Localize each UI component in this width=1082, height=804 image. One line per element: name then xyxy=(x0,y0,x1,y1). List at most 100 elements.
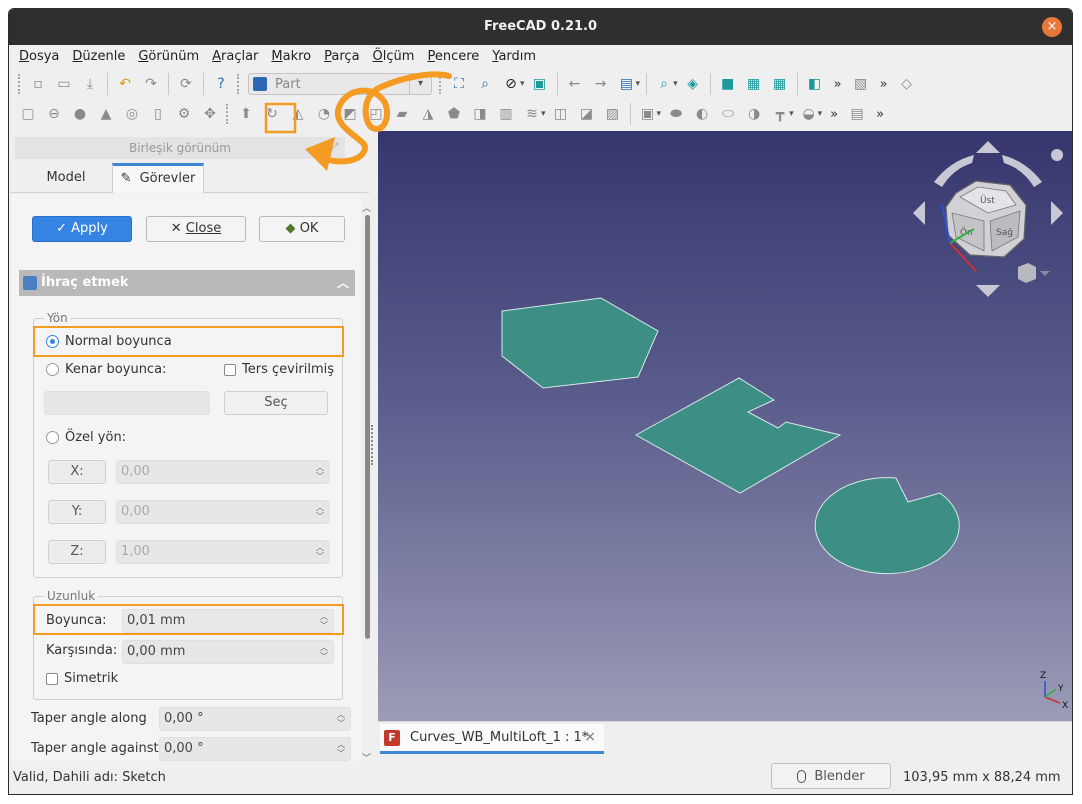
spin-arrows-icon[interactable]: ︿ ﹀ xyxy=(335,710,347,728)
spin-arrows-icon[interactable]: ︿ ﹀ xyxy=(335,740,347,758)
navcube-menu-dot[interactable] xyxy=(1051,149,1063,161)
menu-file[interactable]: Dosya xyxy=(13,45,66,69)
tube-icon[interactable]: ▯ xyxy=(147,103,169,125)
rotate-right-arrow-icon[interactable] xyxy=(1002,155,1042,187)
top-view-icon[interactable]: ▦ xyxy=(743,73,765,95)
x-axis-button[interactable]: X: xyxy=(48,460,106,484)
chevron-down-icon[interactable]: ▾ xyxy=(789,109,794,119)
chevron-down-icon[interactable]: ▾ xyxy=(541,109,546,119)
z-direction-field[interactable]: 1,00 ︿ ﹀ xyxy=(116,540,330,564)
edge-direction-radio[interactable]: Kenar boyunca: xyxy=(46,362,166,377)
view-right-arrow-icon[interactable] xyxy=(1051,201,1063,225)
join-icon[interactable]: ┳ xyxy=(769,103,791,125)
symmetric-checkbox[interactable]: Simetrik xyxy=(46,671,118,686)
edge-link-field[interactable] xyxy=(44,391,210,415)
scroll-thumb[interactable] xyxy=(365,215,370,639)
thickness-icon[interactable]: ◫ xyxy=(550,103,572,125)
fuse-icon[interactable]: ⬭ xyxy=(717,103,739,125)
extrude-section-header[interactable]: İhraç etmek ︿ xyxy=(19,270,355,296)
pacman-circle-sketch[interactable] xyxy=(814,477,960,575)
y-axis-button[interactable]: Y: xyxy=(48,500,106,524)
sphere-icon[interactable]: ● xyxy=(69,103,91,125)
view-menu-cube-icon[interactable] xyxy=(1018,263,1036,283)
common-icon[interactable]: ◑ xyxy=(743,103,765,125)
toolbar-overflow-icon[interactable]: » xyxy=(830,107,838,122)
rotate-left-arrow-icon[interactable] xyxy=(934,155,974,187)
box-icon[interactable]: ▢ xyxy=(17,103,39,125)
color-per-face-icon[interactable]: ▨ xyxy=(602,103,624,125)
against-length-field[interactable]: 0,00 mm ︿ ﹀ xyxy=(122,640,334,664)
revolve-icon[interactable]: ↻ xyxy=(261,103,283,125)
save-icon[interactable]: ⤓ xyxy=(79,73,101,95)
redo-icon[interactable]: ↷ xyxy=(140,73,162,95)
part-tools-icon[interactable]: ◇ xyxy=(896,73,918,95)
projection-icon[interactable]: ◪ xyxy=(576,103,598,125)
view-down-arrow-icon[interactable] xyxy=(976,285,1000,297)
chevron-down-icon[interactable]: ▾ xyxy=(520,79,525,89)
split-icon[interactable]: ◒ xyxy=(798,103,820,125)
select-edge-button[interactable]: Seç xyxy=(224,391,328,415)
tab-tasks[interactable]: ✎ Görevler xyxy=(112,163,204,193)
chevron-down-icon[interactable]: ▾ xyxy=(818,109,823,119)
y-direction-field[interactable]: 0,00 ︿ ﹀ xyxy=(116,500,330,524)
menu-measure[interactable]: Ölçüm xyxy=(367,45,422,69)
spin-arrows-icon[interactable]: ︿ ﹀ xyxy=(318,643,330,661)
workbench-selector[interactable]: Part ▾ xyxy=(248,73,432,95)
primitives-icon[interactable]: ⚙ xyxy=(173,103,195,125)
chevron-up-icon[interactable]: ︿ xyxy=(337,270,349,296)
menu-macro[interactable]: Makro xyxy=(265,45,318,69)
hexagon-sketch[interactable] xyxy=(501,297,659,389)
torus-icon[interactable]: ◎ xyxy=(121,103,143,125)
toolbar-overflow-icon[interactable]: » xyxy=(880,77,888,92)
spin-arrows-icon[interactable]: ︿ ﹀ xyxy=(314,543,326,561)
menu-tools[interactable]: Araçlar xyxy=(206,45,265,69)
ok-button[interactable]: ◆ OK xyxy=(259,216,345,242)
taper-against-field[interactable]: 0,00 ° ︿ ﹀ xyxy=(159,737,351,761)
scroll-up-icon[interactable]: ︿ xyxy=(362,201,371,214)
splitter-handle[interactable] xyxy=(371,425,374,465)
rear-view-icon[interactable]: ◧ xyxy=(804,73,826,95)
sweep-icon[interactable]: ⬟ xyxy=(443,103,465,125)
toolbar-grip[interactable] xyxy=(237,74,241,94)
document-tab[interactable]: F Curves_WB_MultiLoft_1 : 1* × xyxy=(380,724,604,754)
z-axis-button[interactable]: Z: xyxy=(48,540,106,564)
new-document-icon[interactable]: ▫ xyxy=(27,73,49,95)
3d-viewport[interactable]: Üst Ön Sağ Z Y X xyxy=(378,131,1072,721)
measure-linear-icon[interactable]: ▤ xyxy=(846,103,868,125)
apply-button[interactable]: ✓ Apply xyxy=(32,216,132,242)
menu-view[interactable]: Görünüm xyxy=(132,45,206,69)
close-button[interactable]: ✕ Close xyxy=(146,216,246,242)
section-icon[interactable]: ◨ xyxy=(469,103,491,125)
notched-square-sketch[interactable] xyxy=(634,377,842,494)
panel-scrollbar[interactable]: ︿ ﹀ xyxy=(362,201,371,764)
toolbar-grip[interactable] xyxy=(18,74,22,94)
chevron-down-icon[interactable]: ▾ xyxy=(636,79,641,89)
chamfer-icon[interactable]: ◩ xyxy=(339,103,361,125)
navigation-style-button[interactable]: Blender xyxy=(771,763,891,789)
shape-builder-icon[interactable]: ✥ xyxy=(199,103,221,125)
spin-arrows-icon[interactable]: ︿ ﹀ xyxy=(314,503,326,521)
chevron-down-icon[interactable]: ▾ xyxy=(673,79,678,89)
forward-arrow-icon[interactable]: → xyxy=(590,73,612,95)
refresh-icon[interactable]: ⟳ xyxy=(175,73,197,95)
ruled-surface-icon[interactable]: ▰ xyxy=(391,103,413,125)
menu-help[interactable]: Yardım xyxy=(486,45,543,69)
fit-selection-icon[interactable]: ⌕ xyxy=(474,73,496,95)
cross-sections-icon[interactable]: ▥ xyxy=(495,103,517,125)
menu-edit[interactable]: Düzenle xyxy=(66,45,132,69)
whats-this-icon[interactable]: ? xyxy=(210,73,232,95)
mirror-icon[interactable]: ◭ xyxy=(287,103,309,125)
boolean-icon[interactable]: ⬬ xyxy=(665,103,687,125)
right-view-icon[interactable]: ▦ xyxy=(769,73,791,95)
cut-icon[interactable]: ◐ xyxy=(691,103,713,125)
front-view-icon[interactable]: ■ xyxy=(717,73,739,95)
spin-arrows-icon[interactable]: ︿ ﹀ xyxy=(314,463,326,481)
draw-style-icon[interactable]: ⊘ xyxy=(500,73,522,95)
navigation-cube[interactable]: Üst Ön Sağ xyxy=(913,141,1063,297)
toolbar-overflow-icon[interactable]: » xyxy=(876,107,884,122)
toolbar-overflow-icon[interactable]: » xyxy=(834,77,842,92)
view-left-arrow-icon[interactable] xyxy=(913,201,925,225)
toolbar-grip[interactable] xyxy=(439,74,443,94)
chevron-down-icon[interactable]: ▾ xyxy=(657,109,662,119)
taper-along-field[interactable]: 0,00 ° ︿ ﹀ xyxy=(159,707,351,731)
